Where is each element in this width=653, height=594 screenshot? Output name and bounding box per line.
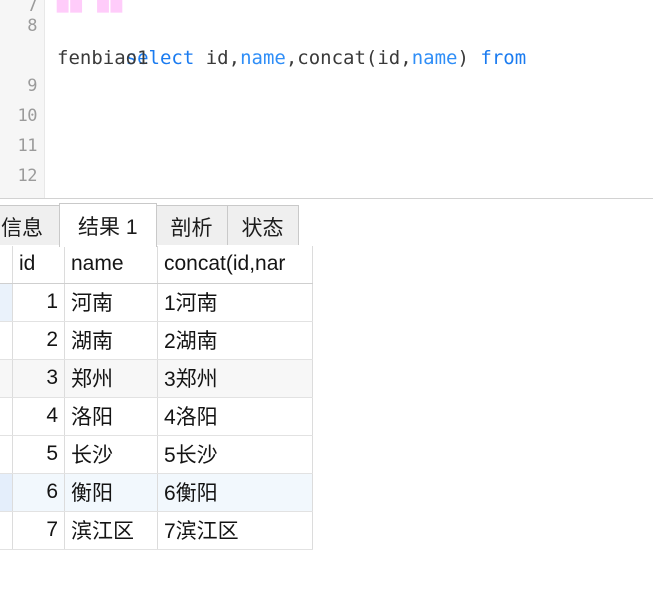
cell-name[interactable]: 滨江区 xyxy=(64,511,158,550)
cell-id[interactable]: 7 xyxy=(12,511,65,550)
cell-id[interactable]: 1 xyxy=(12,283,65,322)
tab-label: 结果 1 xyxy=(78,215,138,239)
table-header-row: id name concat(id,nar xyxy=(0,246,313,284)
sql-column-name-2: name xyxy=(411,47,458,69)
sql-comma-3: , xyxy=(400,47,412,69)
line-number-11: 11 xyxy=(17,136,38,156)
cell-name[interactable]: 洛阳 xyxy=(64,397,158,436)
sql-editor-pane[interactable]: 7 8 9 10 11 12 ██ ██ select id,name,concat(id… xyxy=(0,0,653,198)
cell-concat[interactable]: 5长沙 xyxy=(157,435,313,474)
result-table-head: id name concat(id,nar xyxy=(0,246,313,284)
result-grid-pane[interactable]: id name concat(id,nar 1 河南 1河南 2 湖南 2湖南 3 郑州 3郑州… xyxy=(0,246,653,594)
cell-id[interactable]: 2 xyxy=(12,321,65,360)
cell-concat[interactable]: 6衡阳 xyxy=(157,473,313,512)
table-row[interactable]: 6 衡阳 6衡阳 xyxy=(0,473,313,512)
cell-concat[interactable]: 3郑州 xyxy=(157,359,313,398)
column-header-concat[interactable]: concat(id,nar xyxy=(157,246,313,284)
cell-name[interactable]: 衡阳 xyxy=(64,473,158,512)
sql-paren-close: ) xyxy=(457,47,469,69)
line-number-9: 9 xyxy=(27,76,37,96)
tab-3[interactable]: 状态 xyxy=(226,205,299,247)
tab-label: 状态 xyxy=(241,216,284,240)
line-number-8: 8 xyxy=(27,16,37,36)
tab-2[interactable]: 剖析 xyxy=(155,205,228,247)
cell-id[interactable]: 4 xyxy=(12,397,65,436)
sql-comma: , xyxy=(228,47,241,69)
cell-concat[interactable]: 4洛阳 xyxy=(157,397,313,436)
cell-concat[interactable]: 7滨江区 xyxy=(157,511,313,550)
tab-1-active[interactable]: 结果 1 xyxy=(59,203,157,247)
sql-table-name: fenbiao1 xyxy=(57,47,149,69)
tab-label: 剖析 xyxy=(170,216,213,240)
cell-concat[interactable]: 2湖南 xyxy=(157,321,313,360)
tab-label: 信息 xyxy=(1,216,43,240)
result-tab-bar[interactable]: 信息 结果 1 剖析 状态 xyxy=(0,198,653,247)
column-header-id[interactable]: id xyxy=(12,246,65,284)
cell-id[interactable]: 5 xyxy=(12,435,65,474)
row-number-cell[interactable] xyxy=(0,359,13,398)
sql-code-area[interactable]: ██ ██ select id,name,concat(id,name) fro… xyxy=(57,0,653,198)
line-number-7: 7 xyxy=(27,0,37,16)
cell-name[interactable]: 河南 xyxy=(64,283,158,322)
row-number-cell[interactable] xyxy=(0,321,13,360)
table-row[interactable]: 1 河南 1河南 xyxy=(0,283,313,322)
row-number-cell[interactable] xyxy=(0,473,13,512)
line-number-10: 10 xyxy=(17,106,38,126)
table-row[interactable]: 7 滨江区 7滨江区 xyxy=(0,511,313,550)
table-row[interactable]: 5 长沙 5长沙 xyxy=(0,435,313,474)
tab-strip[interactable]: 信息 结果 1 剖析 状态 xyxy=(0,203,299,247)
table-row[interactable]: 3 郑州 3郑州 xyxy=(0,359,313,398)
sql-arg-id: id xyxy=(377,47,401,69)
result-table[interactable]: id name concat(id,nar 1 河南 1河南 2 湖南 2湖南 3 郑州 3郑州… xyxy=(0,246,313,550)
cell-concat[interactable]: 1河南 xyxy=(157,283,313,322)
row-number-cell[interactable] xyxy=(0,283,13,322)
column-header-name[interactable]: name xyxy=(64,246,158,284)
sql-comma-2: , xyxy=(285,47,298,69)
result-table-body[interactable]: 1 河南 1河南 2 湖南 2湖南 3 郑州 3郑州 4 洛阳 4洛阳 5 长沙 5长沙 6 衡阳 6衡阳 7 滨江区… xyxy=(0,283,313,550)
sql-space xyxy=(469,47,480,69)
cell-id[interactable]: 3 xyxy=(12,359,65,398)
line-number-12: 12 xyxy=(17,166,38,186)
cell-name[interactable]: 长沙 xyxy=(64,435,158,474)
row-number-cell[interactable] xyxy=(0,435,13,474)
table-row[interactable]: 2 湖南 2湖南 xyxy=(0,321,313,360)
row-number-cell[interactable] xyxy=(0,511,13,550)
cell-id[interactable]: 6 xyxy=(12,473,65,512)
row-number-cell[interactable] xyxy=(0,397,13,436)
cell-name[interactable]: 湖南 xyxy=(64,321,158,360)
sql-identifier-id: id xyxy=(205,47,229,69)
line-number-gutter: 7 8 9 10 11 12 xyxy=(0,0,45,198)
sql-keyword-from: from xyxy=(480,47,527,69)
tab-0[interactable]: 信息 xyxy=(0,205,60,247)
table-row[interactable]: 4 洛阳 4洛阳 xyxy=(0,397,313,436)
sql-function-concat: concat( xyxy=(297,47,378,69)
sql-column-name-1: name xyxy=(240,47,286,69)
cell-name[interactable]: 郑州 xyxy=(64,359,158,398)
row-number-header xyxy=(0,246,13,284)
